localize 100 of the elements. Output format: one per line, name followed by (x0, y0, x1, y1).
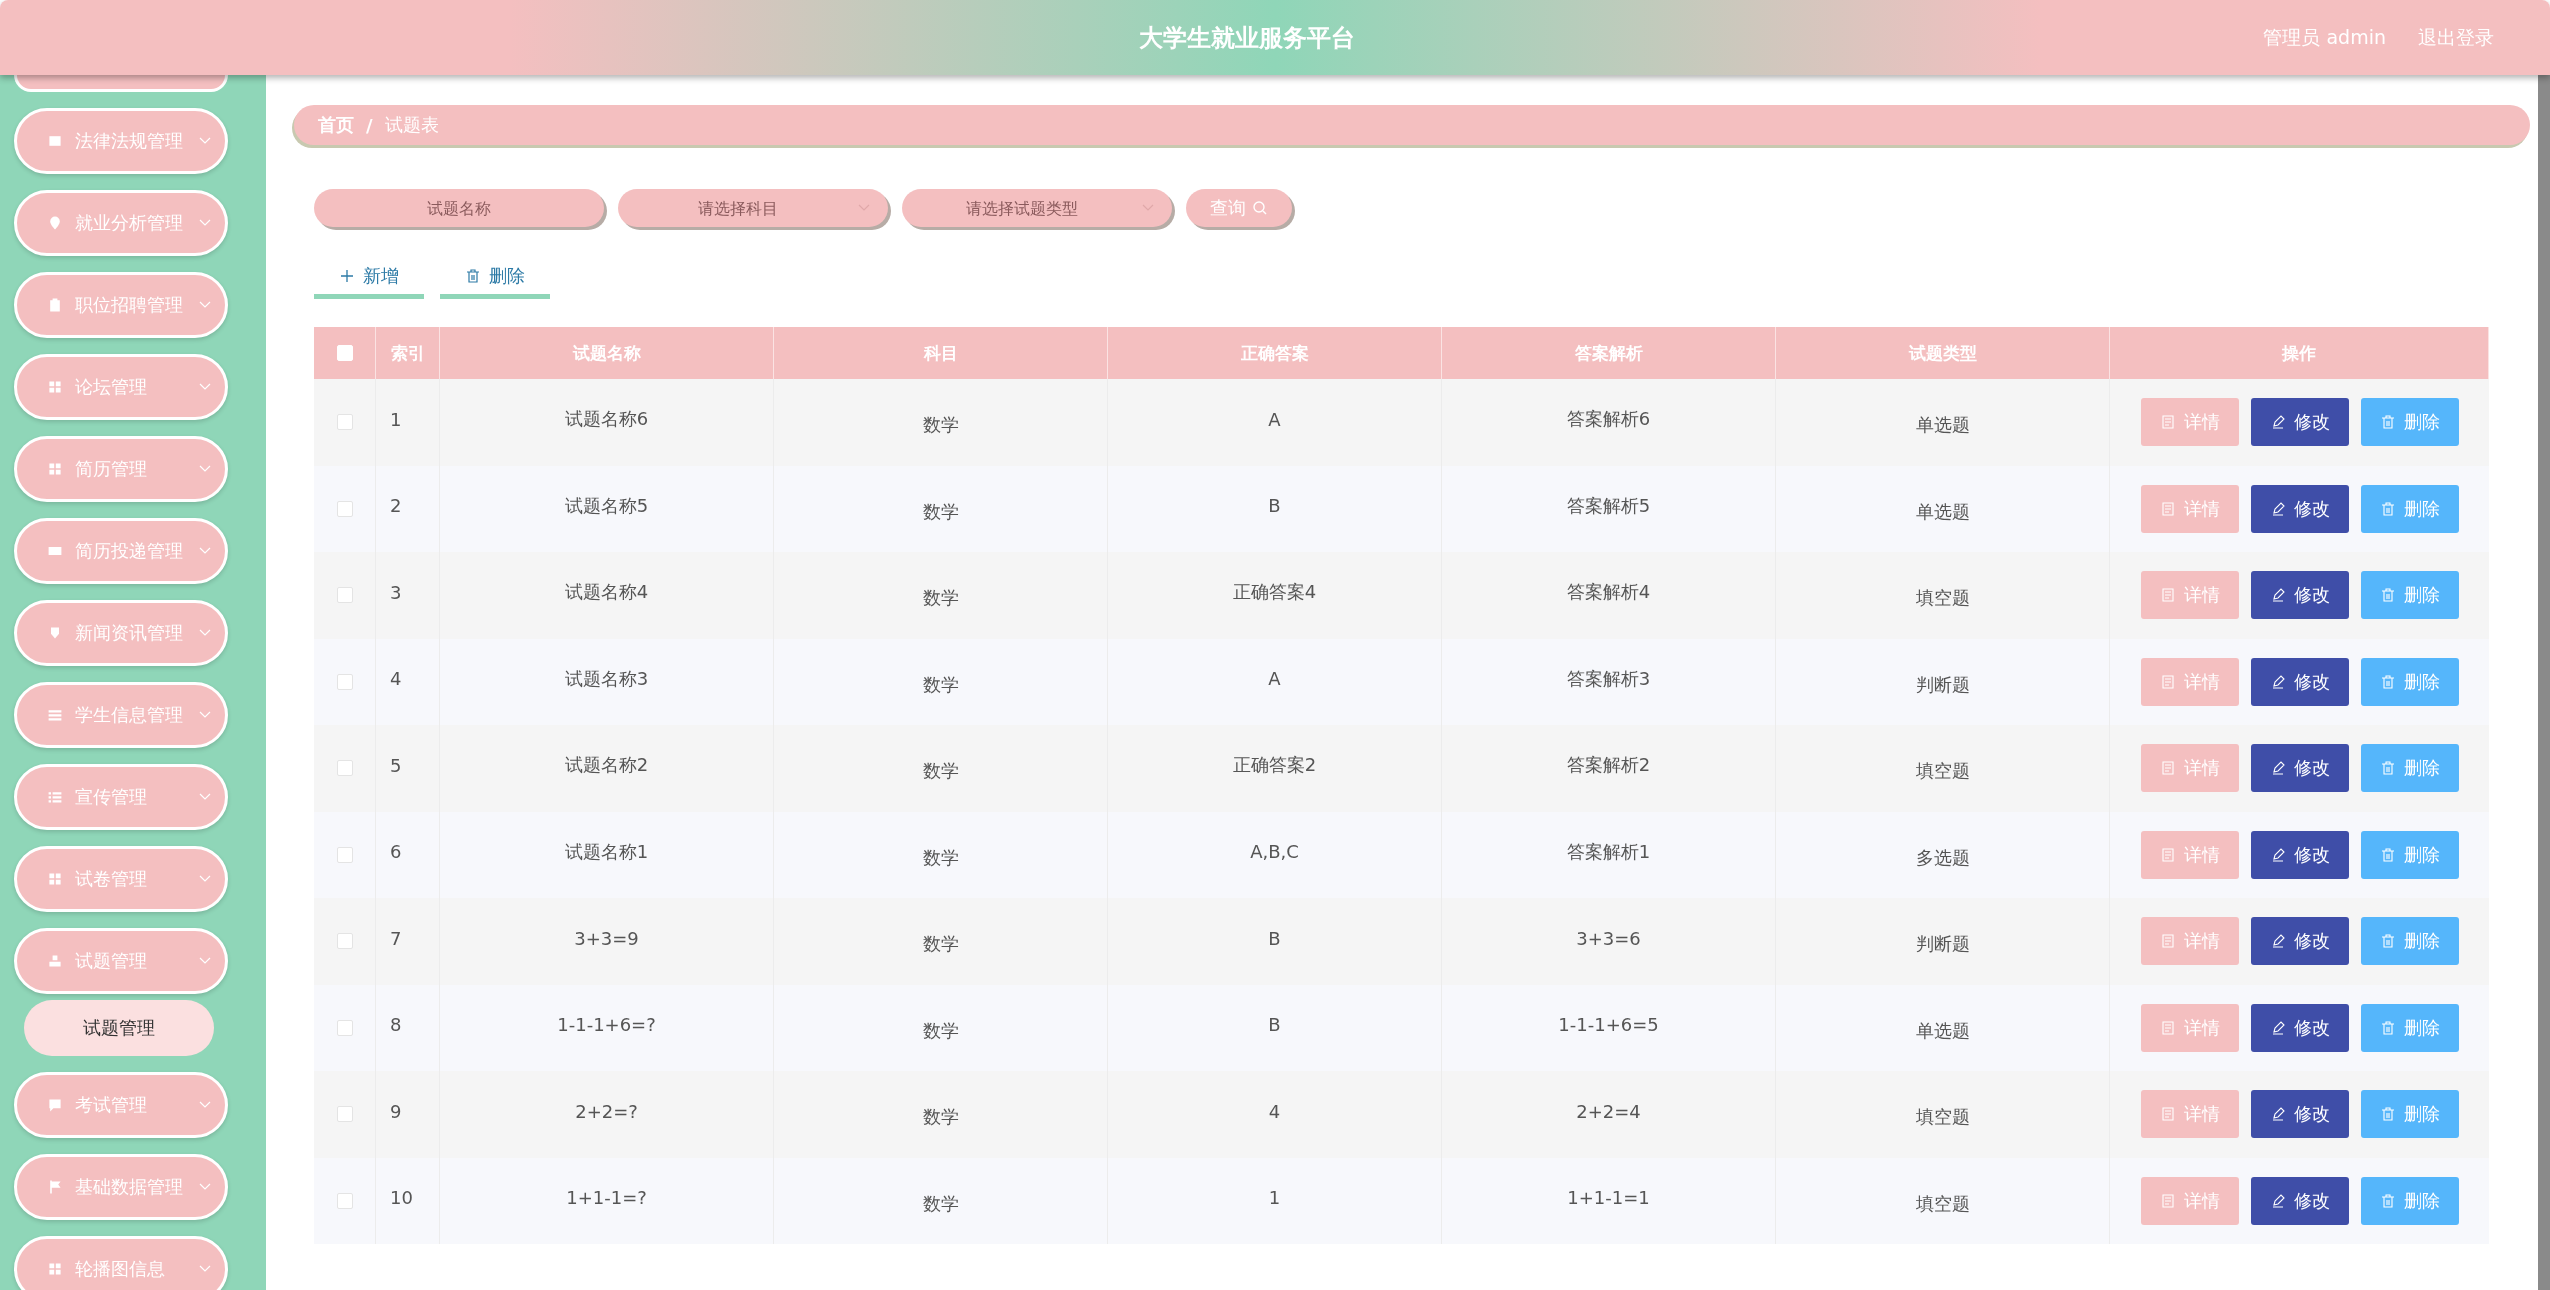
edit-button[interactable]: 修改 (2250, 830, 2349, 879)
table-cell: 试题名称5 (564, 493, 649, 518)
checkbox[interactable] (336, 1019, 353, 1036)
add-button[interactable]: 新增 (314, 257, 424, 299)
detail-button[interactable]: 详情 (2140, 657, 2239, 706)
delete-button[interactable]: 删除 (2360, 484, 2459, 533)
edit-button[interactable]: 修改 (2250, 1176, 2349, 1225)
search-button[interactable]: 查询 (1186, 189, 1292, 227)
table-cell: 数学 (922, 672, 959, 697)
menu-item[interactable]: 就业分析管理 (14, 190, 228, 256)
detail-button[interactable]: 详情 (2140, 744, 2239, 793)
detail-button[interactable]: 详情 (2140, 571, 2239, 620)
menu-item[interactable]: 学生信息管理 (14, 682, 228, 748)
checkbox[interactable] (336, 500, 353, 517)
menu-item[interactable]: 宣传管理 (14, 764, 228, 830)
delete-button[interactable]: 删除 (2360, 398, 2459, 447)
menu-icon (47, 461, 63, 477)
trash-icon (2379, 933, 2396, 950)
document-icon (2159, 1106, 2176, 1123)
edit-button[interactable]: 修改 (2250, 1003, 2349, 1052)
select-input[interactable]: 请选择试题类型 (902, 188, 1142, 228)
delete-button[interactable]: 删除 (440, 257, 550, 299)
menu-item[interactable] (14, 75, 228, 92)
menu-item[interactable]: 试题管理 (14, 928, 228, 994)
chevron-icon (199, 957, 211, 965)
checkbox[interactable] (336, 673, 353, 690)
table-cell: 判断题 (1915, 672, 1970, 697)
detail-button[interactable]: 详情 (2140, 398, 2239, 447)
breadcrumb-link[interactable]: 首页 (318, 113, 354, 137)
edit-button[interactable]: 修改 (2250, 1090, 2349, 1139)
delete-button[interactable]: 删除 (2360, 830, 2459, 879)
detail-button[interactable]: 详情 (2140, 830, 2239, 879)
menu-item[interactable]: 基础数据管理 (14, 1154, 228, 1220)
delete-button[interactable]: 删除 (2360, 657, 2459, 706)
table-cell: B (1268, 1014, 1281, 1036)
menu-item[interactable]: 新闻资讯管理 (14, 600, 228, 666)
menu-item[interactable]: 试卷管理 (14, 846, 228, 912)
checkbox[interactable] (336, 760, 353, 777)
edit-button[interactable]: 修改 (2250, 657, 2349, 706)
logout-link[interactable]: 退出登录 (2418, 24, 2494, 51)
detail-button[interactable]: 详情 (2140, 1090, 2239, 1139)
table-cell: A (1268, 668, 1281, 690)
delete-button[interactable]: 删除 (2360, 744, 2459, 793)
edit-button[interactable]: 修改 (2250, 744, 2349, 793)
menu-item[interactable]: 简历管理 (14, 436, 228, 502)
checkbox[interactable] (336, 587, 353, 604)
table-cell: 3+3=6 (1576, 927, 1641, 949)
checkbox[interactable] (336, 1106, 353, 1123)
edit-button[interactable]: 修改 (2250, 484, 2349, 533)
menu-item[interactable]: 考试管理 (14, 1072, 228, 1138)
edit-button[interactable]: 修改 (2250, 917, 2349, 966)
edit-button[interactable]: 修改 (2250, 571, 2349, 620)
detail-button[interactable]: 详情 (2140, 1176, 2239, 1225)
table-cell: A,B,C (1250, 841, 1299, 863)
table-cell: 3+3=9 (574, 927, 639, 949)
menu-icon (47, 379, 63, 395)
document-icon (2159, 587, 2176, 604)
chevron-icon (199, 793, 211, 801)
select-input[interactable]: 请选择科目 (618, 188, 858, 228)
menu-icon (47, 1179, 63, 1195)
table-cell: 数学 (922, 1191, 959, 1216)
menu-item[interactable]: 法律法规管理 (14, 108, 228, 174)
menu-item[interactable]: 职位招聘管理 (14, 272, 228, 338)
checkbox[interactable] (336, 414, 353, 431)
edit-button[interactable]: 修改 (2250, 398, 2349, 447)
delete-button[interactable]: 删除 (2360, 1003, 2459, 1052)
menu-item[interactable]: 简历投递管理 (14, 518, 228, 584)
plus-icon (339, 267, 355, 284)
detail-button[interactable]: 详情 (2140, 1003, 2239, 1052)
delete-button[interactable]: 删除 (2360, 571, 2459, 620)
trash-icon (2379, 1192, 2396, 1209)
checkbox[interactable] (336, 846, 353, 863)
document-icon (2159, 500, 2176, 517)
menu-item[interactable]: 轮播图信息 (14, 1236, 228, 1290)
table-cell: 试题名称6 (564, 407, 649, 432)
delete-button[interactable]: 删除 (2360, 917, 2459, 966)
checkbox[interactable] (336, 1192, 353, 1209)
document-icon (2159, 414, 2176, 431)
detail-button[interactable]: 详情 (2140, 484, 2239, 533)
table-cell: 2 (390, 495, 402, 517)
detail-button[interactable]: 详情 (2140, 917, 2239, 966)
document-icon (2159, 1019, 2176, 1036)
scrollbar[interactable] (2538, 75, 2550, 1290)
chevron-icon (199, 465, 211, 473)
menu-item[interactable]: 论坛管理 (14, 354, 228, 420)
table-cell: 1-1-1+6=? (557, 1014, 656, 1036)
table-cell: 1-1-1+6=5 (1558, 1014, 1659, 1036)
delete-button[interactable]: 删除 (2360, 1176, 2459, 1225)
search-field[interactable]: 试题名称 (314, 188, 604, 228)
trash-icon (2379, 587, 2396, 604)
delete-button[interactable]: 删除 (2360, 1090, 2459, 1139)
select-field[interactable]: 请选择试题类型 (902, 189, 1172, 227)
submenu-item[interactable]: 试题管理 (24, 1000, 214, 1056)
table-cell: 答案解析1 (1566, 839, 1651, 864)
chevron-icon (199, 711, 211, 719)
checkbox[interactable] (336, 933, 353, 950)
table-cell: 1+1-1=? (566, 1187, 647, 1209)
chevron-icon (199, 547, 211, 555)
select-field[interactable]: 请选择科目 (618, 189, 888, 227)
chevron-icon (199, 1265, 211, 1273)
